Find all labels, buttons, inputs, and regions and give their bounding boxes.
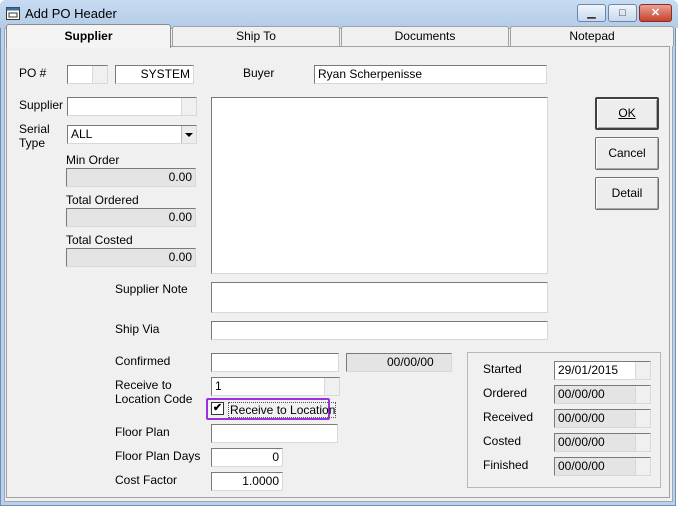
detail-button[interactable]: Detail xyxy=(595,177,659,210)
floor-plan-label: Floor Plan xyxy=(115,425,170,439)
finished-label: Finished xyxy=(483,458,529,472)
checkmark-icon: ✔ xyxy=(212,402,223,414)
close-icon: ✕ xyxy=(650,7,661,19)
ship-via-label: Ship Via xyxy=(115,322,160,336)
total-costed-field: 0.00 xyxy=(66,248,196,267)
tab-supplier[interactable]: Supplier xyxy=(6,24,171,48)
tab-notepad[interactable]: Notepad xyxy=(510,26,674,46)
po-prefix-field[interactable] xyxy=(67,65,108,84)
total-ordered-field: 0.00 xyxy=(66,208,196,227)
supplier-field[interactable] xyxy=(67,97,197,116)
supplier-details-box xyxy=(211,97,548,274)
window-title: Add PO Header xyxy=(25,6,117,21)
buyer-field[interactable]: Ryan Scherpenisse xyxy=(314,65,547,84)
minimize-icon: ▁ xyxy=(587,7,596,19)
receive-to-location-checkbox-label[interactable]: Receive to Location xyxy=(228,402,337,418)
started-label: Started xyxy=(483,362,522,376)
confirmed-field[interactable] xyxy=(211,353,339,372)
receive-to-location-label: Receive to Location Code xyxy=(115,378,193,406)
cost-factor-field[interactable]: 1.0000 xyxy=(211,472,283,491)
ordered-label: Ordered xyxy=(483,386,528,400)
min-order-label: Min Order xyxy=(66,153,120,167)
maximize-button[interactable]: □ xyxy=(608,4,637,22)
cancel-button[interactable]: Cancel xyxy=(595,137,659,170)
ordered-date-field: 00/00/00 xyxy=(554,385,651,404)
min-order-field: 0.00 xyxy=(66,168,196,187)
po-number-label: PO # xyxy=(19,66,47,80)
supplier-lookup-button[interactable] xyxy=(181,98,196,115)
total-ordered-label: Total Ordered xyxy=(66,193,139,207)
received-date-field: 00/00/00 xyxy=(554,409,651,428)
confirmed-label: Confirmed xyxy=(115,354,171,368)
close-button[interactable]: ✕ xyxy=(639,4,672,22)
cost-factor-label: Cost Factor xyxy=(115,473,178,487)
costed-date-field: 00/00/00 xyxy=(554,433,651,452)
receive-to-location-lookup[interactable] xyxy=(324,378,339,395)
receive-to-location-checkbox[interactable]: ✔ xyxy=(211,402,224,415)
chevron-down-icon[interactable] xyxy=(181,126,196,143)
ship-via-field[interactable] xyxy=(211,321,548,340)
po-prefix-button[interactable] xyxy=(92,66,107,83)
total-costed-label: Total Costed xyxy=(66,233,133,247)
started-date-field[interactable]: 29/01/2015 xyxy=(554,361,651,380)
ok-button[interactable]: OK xyxy=(595,97,659,130)
tab-documents[interactable]: Documents xyxy=(341,26,509,46)
receive-to-location-field[interactable]: 1 xyxy=(211,377,340,396)
supplier-label: Supplier xyxy=(19,98,64,112)
serial-type-select[interactable]: ALL xyxy=(67,125,197,144)
floor-plan-days-field[interactable]: 0 xyxy=(211,448,283,467)
supplier-note-label: Supplier Note xyxy=(115,282,188,296)
buyer-label: Buyer xyxy=(243,66,275,80)
floor-plan-field[interactable] xyxy=(211,424,338,443)
tab-ship-to[interactable]: Ship To xyxy=(172,26,340,46)
window-app-icon xyxy=(6,7,20,20)
minimize-button[interactable]: ▁ xyxy=(577,4,606,22)
po-number-field[interactable]: SYSTEM xyxy=(115,65,194,84)
serial-type-label: Serial Type xyxy=(19,122,50,150)
finished-date-field: 00/00/00 xyxy=(554,457,651,476)
confirmed-date-field: 00/00/00 xyxy=(346,353,452,372)
supplier-note-field[interactable] xyxy=(211,282,548,313)
maximize-icon: □ xyxy=(619,7,626,19)
received-label: Received xyxy=(483,410,534,424)
costed-label: Costed xyxy=(483,434,522,448)
floor-plan-days-label: Floor Plan Days xyxy=(115,449,201,463)
